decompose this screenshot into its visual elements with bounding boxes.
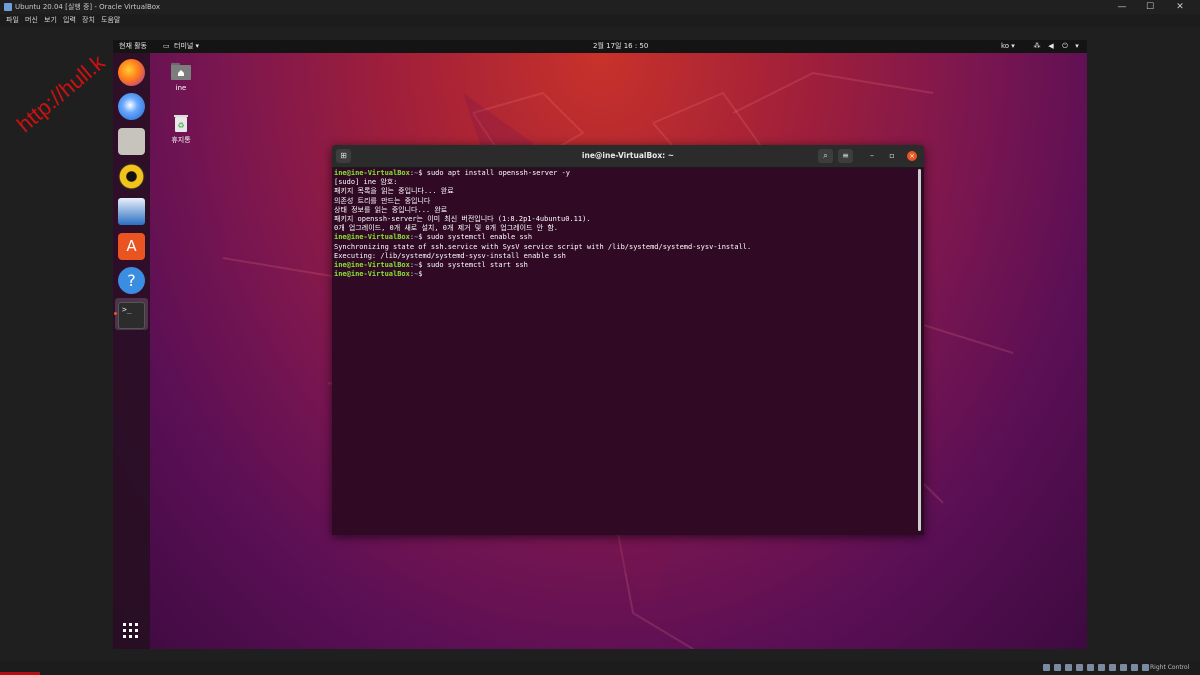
gnome-topbar: 현재 활동 ▭ 터미널 ▾ 2월 17일 16 : 50 ko ▾ ⁂ ◀ ⏻ …: [113, 40, 1087, 53]
menu-help[interactable]: 도움말: [101, 15, 120, 26]
home-folder-desktop-icon[interactable]: ine: [161, 60, 201, 93]
app-menu[interactable]: 터미널 ▾: [174, 40, 199, 53]
activities-button[interactable]: 현재 활동: [119, 40, 147, 53]
terminal-window[interactable]: ⊞ ine@ine-VirtualBox: ~ ⌕ ≡ – ▫ × ine@in…: [332, 145, 924, 535]
trash-icon: ♻: [170, 112, 192, 134]
terminal-title: ine@ine-VirtualBox: ~: [581, 151, 675, 160]
terminal-line: ine@ine-VirtualBox:~$: [334, 270, 914, 279]
command-text: $ sudo apt install openssh-server -y: [418, 169, 571, 177]
display-icon[interactable]: [1109, 664, 1116, 671]
power-icon[interactable]: ⏻: [1061, 42, 1069, 51]
input-method-menu[interactable]: ko ▾: [1001, 40, 1015, 53]
terminal-line: ine@ine-VirtualBox:~$ sudo apt install o…: [334, 169, 914, 178]
terminal-line: 패키지 openssh-server는 이미 최신 버전입니다 (1:8.2p1…: [334, 215, 591, 224]
prompt-user-host: ine@ine-VirtualBox: [334, 270, 410, 279]
vbox-menubar: 파일 머신 보기 입력 장치 도움말: [0, 14, 1200, 27]
menu-devices[interactable]: 장치: [82, 15, 95, 26]
vbox-statusbar: Right Control: [0, 661, 1200, 675]
close-window-button[interactable]: ✕: [1166, 0, 1194, 14]
terminal-output[interactable]: ine@ine-VirtualBox:~$ sudo apt install o…: [334, 169, 914, 531]
watermark-text: http://hull.k: [12, 49, 110, 138]
terminal-line: 패키지 목록을 읽는 중입니다... 완료: [334, 187, 454, 196]
prompt-user-host: ine@ine-VirtualBox: [334, 261, 410, 270]
dock: A ? >_: [113, 53, 150, 649]
files-icon[interactable]: [118, 128, 145, 155]
shared-folders-icon[interactable]: [1098, 664, 1105, 671]
menu-input[interactable]: 입력: [63, 15, 76, 26]
menu-view[interactable]: 보기: [44, 15, 57, 26]
minimize-terminal-button[interactable]: –: [867, 151, 877, 161]
terminal-line: 상태 정보를 읽는 중입니다... 완료: [334, 205, 448, 214]
minimize-button[interactable]: —: [1108, 0, 1136, 14]
virtualbox-icon: [4, 3, 12, 11]
maximize-terminal-button[interactable]: ▫: [887, 151, 897, 161]
maximize-button[interactable]: ☐: [1136, 0, 1164, 14]
optical-drive-icon[interactable]: [1054, 664, 1061, 671]
desktop-icon-label: 휴지통: [171, 136, 191, 144]
terminal-dock-icon[interactable]: >_: [118, 302, 145, 329]
prompt-user-host: ine@ine-VirtualBox: [334, 233, 410, 242]
menu-file[interactable]: 파일: [6, 15, 19, 26]
ubuntu-software-icon[interactable]: A: [118, 233, 145, 260]
desktop-icon-label: ine: [175, 84, 187, 92]
network-icon[interactable]: ⁂: [1033, 42, 1041, 51]
command-text: $: [418, 270, 427, 279]
home-folder-icon: [170, 60, 192, 82]
hamburger-menu-button[interactable]: ≡: [838, 149, 853, 163]
running-indicator: [114, 312, 117, 315]
command-text: $ sudo systemctl start ssh: [418, 261, 528, 270]
terminal-line: Executing: /lib/systemd/systemd-sysv-ins…: [334, 251, 566, 260]
thunderbird-icon[interactable]: [118, 93, 145, 120]
rhythmbox-icon[interactable]: [118, 163, 145, 190]
prompt-user-host: ine@ine-VirtualBox: [334, 169, 410, 177]
terminal-line: 0개 업그레이드, 0개 새로 설치, 0개 제거 및 0개 업그레이드 안 함…: [334, 224, 558, 233]
usb-icon[interactable]: [1087, 664, 1094, 671]
host-key-label: Right Control: [1150, 664, 1190, 671]
vbox-window-title: Ubuntu 20.04 [실행 중] - Oracle VirtualBox: [15, 3, 160, 11]
cpu-icon[interactable]: [1131, 664, 1138, 671]
trash-desktop-icon[interactable]: ♻ 휴지통: [161, 112, 201, 145]
guest-screen[interactable]: 현재 활동 ▭ 터미널 ▾ 2월 17일 16 : 50 ko ▾ ⁂ ◀ ⏻ …: [113, 40, 1087, 649]
volume-icon[interactable]: ◀: [1047, 42, 1055, 51]
svg-text:♻: ♻: [177, 121, 184, 130]
terminal-scrollbar[interactable]: [918, 169, 921, 531]
clock[interactable]: 2월 17일 16 : 50: [593, 40, 648, 53]
terminal-icon: ▭: [163, 42, 170, 50]
terminal-line: ine@ine-VirtualBox:~$ sudo systemctl sta…: [334, 261, 914, 270]
search-button[interactable]: ⌕: [818, 149, 833, 163]
network-adapter-icon[interactable]: [1076, 664, 1083, 671]
chevron-down-icon[interactable]: ▾: [1073, 42, 1081, 51]
terminal-line: ine@ine-VirtualBox:~$ sudo systemctl ena…: [334, 233, 914, 242]
vbox-titlebar: Ubuntu 20.04 [실행 중] - Oracle VirtualBox …: [0, 0, 1200, 14]
hard-disk-icon[interactable]: [1043, 664, 1050, 671]
command-text: $ sudo systemctl enable ssh: [418, 233, 533, 242]
terminal-line: 의존성 트리를 만드는 중입니다: [334, 196, 431, 205]
help-icon[interactable]: ?: [118, 267, 145, 294]
close-terminal-button[interactable]: ×: [907, 151, 917, 161]
firefox-icon[interactable]: [118, 59, 145, 86]
menu-machine[interactable]: 머신: [25, 15, 38, 26]
terminal-headerbar[interactable]: ⊞ ine@ine-VirtualBox: ~ ⌕ ≡ – ▫ ×: [332, 145, 924, 168]
terminal-line: Synchronizing state of ssh.service with …: [334, 242, 752, 251]
audio-icon[interactable]: [1065, 664, 1072, 671]
show-applications-icon[interactable]: [123, 623, 139, 639]
recording-icon[interactable]: [1120, 664, 1127, 671]
mouse-integration-icon[interactable]: [1142, 664, 1149, 671]
libreoffice-writer-icon[interactable]: [118, 198, 145, 225]
